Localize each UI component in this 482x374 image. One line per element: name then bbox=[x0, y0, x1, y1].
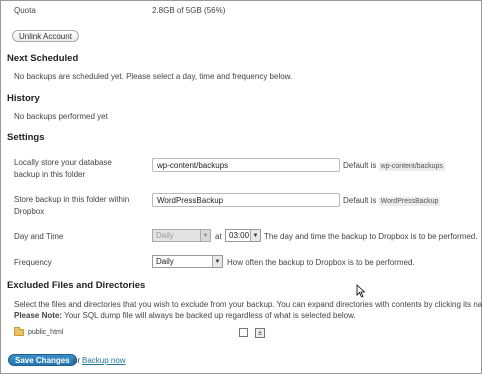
time-select-value: 03:00 bbox=[229, 231, 250, 240]
local-store-label-line1: Locally store your database bbox=[14, 158, 112, 167]
time-select[interactable]: 03:00 ▼ bbox=[225, 229, 261, 242]
exclude-checkbox[interactable] bbox=[239, 328, 248, 337]
next-scheduled-heading: Next Scheduled bbox=[7, 53, 79, 64]
local-store-default-value: wp-content/backups bbox=[378, 162, 445, 171]
dropbox-folder-default-value: WordPressBackup bbox=[378, 197, 441, 206]
file-name[interactable]: public_html bbox=[28, 329, 63, 336]
save-changes-button[interactable]: Save Changes bbox=[8, 354, 77, 366]
at-label: at bbox=[215, 232, 222, 241]
expand-directory-icon[interactable]: ± bbox=[255, 328, 265, 338]
frequency-label: Frequency bbox=[14, 258, 52, 267]
excluded-heading: Excluded Files and Directories bbox=[7, 280, 146, 291]
or-text: or bbox=[73, 356, 81, 365]
dropbox-folder-default-prefix: Default is bbox=[343, 196, 377, 205]
history-heading: History bbox=[7, 93, 40, 104]
local-store-input[interactable]: wp-content/backups bbox=[152, 158, 340, 172]
settings-heading: Settings bbox=[7, 132, 45, 143]
unlink-account-button[interactable]: Unlink Account bbox=[12, 30, 79, 42]
quota-value: 2.8GB of 5GB (56%) bbox=[152, 6, 226, 15]
folder-icon bbox=[14, 327, 24, 336]
local-store-default-prefix: Default is bbox=[343, 161, 377, 170]
day-time-label: Day and Time bbox=[14, 232, 64, 241]
excluded-desc: Select the files and directories that yo… bbox=[14, 300, 482, 309]
day-select[interactable]: Daily ▼ bbox=[152, 229, 211, 242]
dropbox-folder-label-line2: Dropbox bbox=[14, 207, 45, 216]
chevron-down-icon: ▼ bbox=[250, 230, 260, 241]
frequency-select-value: Daily bbox=[156, 257, 174, 266]
quota-label: Quota bbox=[14, 6, 36, 15]
dropbox-folder-default: Default is WordPressBackup bbox=[343, 196, 441, 206]
excluded-note-bold: Please Note: bbox=[14, 311, 63, 320]
dropbox-folder-input[interactable]: WordPressBackup bbox=[152, 193, 340, 207]
local-store-label-line2: backup in this folder bbox=[14, 170, 86, 179]
day-select-value: Daily bbox=[156, 231, 174, 240]
chevron-down-icon: ▼ bbox=[212, 256, 222, 267]
day-time-help: The day and time the backup to Dropbox i… bbox=[264, 232, 478, 241]
list-item[interactable]: public_html bbox=[14, 327, 63, 336]
dropbox-folder-label-line1: Store backup in this folder within bbox=[14, 195, 130, 204]
history-text: No backups performed yet bbox=[14, 112, 108, 121]
backup-now-link[interactable]: Backup now bbox=[82, 356, 126, 365]
chevron-down-icon: ▼ bbox=[200, 230, 210, 241]
frequency-select[interactable]: Daily ▼ bbox=[152, 255, 223, 268]
mouse-cursor-icon bbox=[356, 284, 366, 298]
excluded-note-text: Your SQL dump file will always be backed… bbox=[62, 311, 356, 320]
local-store-default: Default is wp-content/backups bbox=[343, 161, 445, 171]
next-scheduled-text: No backups are scheduled yet. Please sel… bbox=[14, 72, 293, 81]
frequency-help: How often the backup to Dropbox is to be… bbox=[227, 258, 415, 267]
excluded-note: Please Note: Your SQL dump file will alw… bbox=[14, 311, 356, 320]
